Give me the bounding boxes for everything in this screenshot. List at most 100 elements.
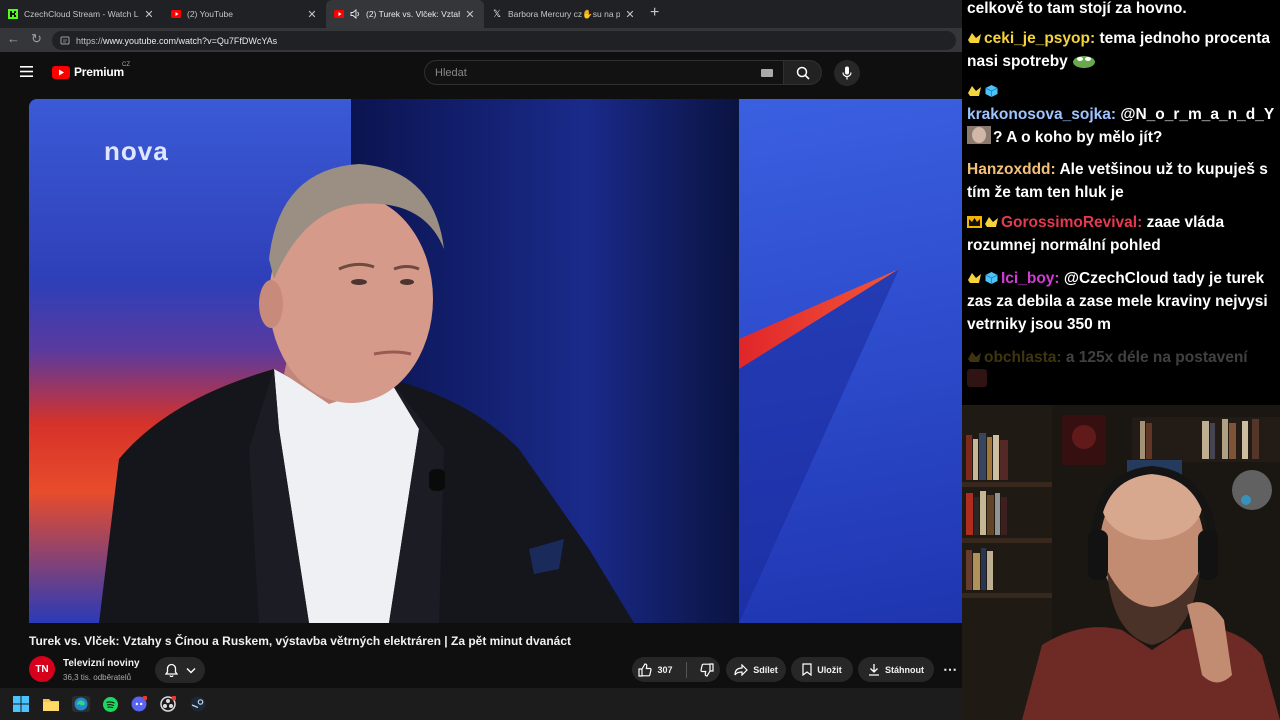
crown-badge-icon [967,213,982,228]
thumbs-up-icon [638,662,653,677]
cube-badge-icon [984,82,999,97]
search-input[interactable]: Hledat [424,60,784,85]
search-button[interactable] [784,60,822,85]
sub-badge-icon [967,269,982,283]
search-placeholder: Hledat [435,67,467,79]
more-actions-button[interactable]: ⋯ [938,657,962,682]
tab-video-active[interactable]: (2) Turek vs. Vlček: Vztahy s Č ✕ [326,0,484,28]
chat-message: celkově to tam stojí za hovno. [967,0,1277,20]
tab-czechcloud[interactable]: CzechCloud Stream - Watch Live o ✕ [0,0,163,28]
chat-message: krakonosova_sojka: @N_o_r_m_a_n_d_Y ? A … [967,80,1277,149]
save-button[interactable]: Uložit [791,657,853,682]
youtube-play-icon [52,65,70,79]
tab-youtube[interactable]: (2) YouTube ✕ [163,0,326,28]
tab-title: CzechCloud Stream - Watch Live o [24,9,139,19]
close-tab-icon[interactable]: ✕ [624,8,636,21]
share-button[interactable]: Sdílet [726,657,786,682]
close-tab-icon[interactable]: ✕ [464,8,476,21]
sub-badge-icon [967,82,982,96]
keyboard-icon[interactable] [761,69,773,77]
like-dislike-group: 307 [632,657,720,682]
new-tab-button[interactable]: + [650,4,659,22]
tab-title: (2) Turek vs. Vlček: Vztahy s Č [366,9,460,19]
video-title: Turek vs. Vlček: Vztahy s Čínou a Ruskem… [29,634,572,648]
channel-name[interactable]: Televizní noviny [63,658,140,669]
sub-badge-icon [967,29,982,43]
site-info-icon[interactable] [60,36,70,46]
guest-speaker [99,164,634,623]
spotify-icon[interactable] [102,696,118,712]
subscription-bell-button[interactable] [155,657,205,683]
discord-icon[interactable] [131,696,147,712]
webcam-scene [962,405,1280,720]
youtube-icon [334,9,344,19]
chat-text: ? A o koho by mělo jít? [993,129,1163,146]
url-text: https://www.youtube.com/watch?v=Qu7FfDWc… [76,35,278,46]
logo-region: CZ [122,62,130,68]
search-icon [796,66,810,80]
chat-message: ceki_je_psyop: tema jednoho procenta nas… [967,29,1270,70]
back-arrow-icon[interactable]: ← [7,31,20,46]
chat-message: Hanzoxddd: Ale vetšinou už to kupuješ s … [967,161,1268,201]
chat-message: Ici_boy: @CzechCloud tady je turek zas z… [967,269,1268,333]
close-tab-icon[interactable]: ✕ [143,8,155,21]
file-explorer-icon[interactable] [43,696,59,712]
windows-taskbar [0,688,962,720]
chat-text: celkově to tam stojí za hovno. [967,0,1187,17]
edge-browser-icon[interactable] [72,696,90,712]
voice-search-button[interactable] [834,60,860,86]
cube-badge-icon [984,269,999,284]
chat-message: GorossimoRevival: zaae vláda rozumnej no… [967,213,1225,254]
like-count: 307 [657,664,673,675]
share-icon [734,663,749,676]
reload-icon[interactable]: ↻ [31,31,42,47]
tab-x-barbora[interactable]: 𝕏 Barbora Mercury cz✋su na platfo ✕ [484,0,644,28]
url-bar[interactable]: https://www.youtube.com/watch?v=Qu7FfDWc… [52,31,956,50]
chat-text: @N_o_r_m_a_n_d_Y [1120,106,1274,123]
download-button[interactable]: Stáhnout [858,657,934,682]
tab-strip: CzechCloud Stream - Watch Live o ✕ (2) Y… [0,0,962,28]
youtube-masthead: Premium CZ Hledat [0,52,962,92]
youtube-premium-logo[interactable]: Premium CZ [52,62,130,79]
chat-username[interactable]: GorossimoRevival [1001,214,1137,231]
download-icon [869,664,879,676]
stream-chat: celkově to tam stojí za hovno. ceki_je_p… [962,0,1280,405]
thumbs-down-icon[interactable] [699,662,714,677]
chat-username[interactable]: krakonosova_sojka [967,106,1111,123]
chat-text: a 125x déle na postavení [1065,349,1248,366]
bell-icon [164,663,178,677]
video-player[interactable]: nova [29,99,962,623]
save-label: Uložit [817,664,842,675]
face-emote-icon [967,126,991,144]
kick-icon [8,9,18,19]
chat-username[interactable]: obchlasta [984,349,1056,366]
hamburger-icon[interactable] [20,66,33,77]
speaker-icon[interactable] [350,9,360,19]
mic-icon [842,66,852,80]
logo-text: Premium [74,65,124,79]
chat-message: obchlasta: a 125x déle na postavení [967,346,1277,392]
windows-start-icon[interactable] [13,696,29,712]
tab-title: Barbora Mercury cz✋su na platfo [508,8,620,19]
close-tab-icon[interactable]: ✕ [306,8,318,21]
like-button[interactable]: 307 [638,662,673,677]
share-label: Sdílet [753,664,778,675]
sub-badge-icon [967,348,982,362]
chat-username[interactable]: ceki_je_psyop [984,30,1090,47]
youtube-icon [171,9,181,19]
chat-username[interactable]: Ici_boy [1001,270,1054,287]
channel-avatar[interactable]: TN [29,656,55,682]
address-toolbar: ← ↻ https://www.youtube.com/watch?v=Qu7F… [0,28,962,52]
tab-title: (2) YouTube [187,9,233,19]
streamer-webcam [962,405,1280,720]
browser-window: CzechCloud Stream - Watch Live o ✕ (2) Y… [0,0,962,720]
chevron-down-icon [186,667,195,673]
steam-icon[interactable] [190,696,206,712]
hand-emoji-icon: ✋ [582,8,593,19]
obs-icon[interactable] [160,696,176,712]
channel-subscribers: 36,3 tis. odběratelů [63,673,132,682]
chat-username[interactable]: Hanzoxddd [967,161,1051,178]
emote-icon [967,369,987,387]
download-label: Stáhnout [885,664,924,675]
bookmark-icon [802,663,812,676]
